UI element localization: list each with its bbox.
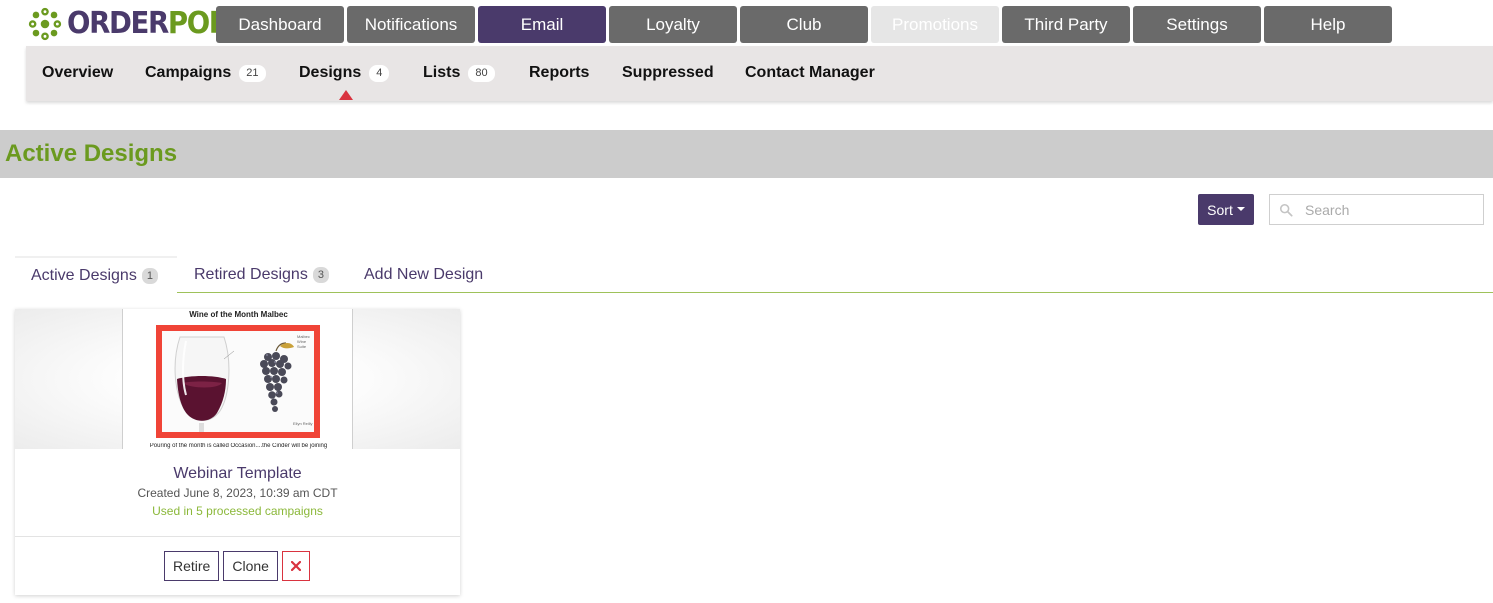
count-badge: 1	[141, 267, 158, 284]
design-tabs: Active Designs 1 Retired Designs 3 Add N…	[15, 256, 1493, 293]
thumbnail-footer-text: Pouring of the month is called Occasion.…	[149, 443, 328, 449]
email-sub-nav: Overview Campaigns 21 Designs 4 Lists 80…	[26, 46, 1493, 101]
thumbnail-image: Malbec Wine Suite Ellyn Reilly	[162, 331, 314, 432]
count-badge: 4	[369, 64, 390, 82]
tab-label: Add New Design	[364, 265, 484, 283]
subnav-overview[interactable]: Overview	[42, 64, 113, 82]
design-thumbnail[interactable]: Wine of the Month Malbec Malbec Wine Sui…	[15, 309, 460, 449]
clone-button[interactable]: Clone	[223, 551, 278, 581]
nav-third-party[interactable]: Third Party	[1002, 6, 1130, 43]
subnav-campaigns[interactable]: Campaigns 21	[145, 64, 266, 82]
active-indicator-arrow	[339, 90, 353, 100]
tab-add-new-design[interactable]: Add New Design	[364, 256, 483, 293]
nav-settings[interactable]: Settings	[1133, 6, 1261, 43]
delete-button[interactable]	[281, 551, 310, 581]
caret-down-icon	[1236, 206, 1245, 211]
design-created-date: Created June 8, 2023, 10:39 am CDT	[137, 486, 338, 500]
main-nav: Dashboard Notifications Email Loyalty Cl…	[216, 6, 1395, 43]
grape-cluster-icon	[28, 7, 62, 41]
thumbnail-image-frame: Malbec Wine Suite Ellyn Reilly	[156, 325, 320, 438]
sort-label: Sort	[1207, 201, 1233, 218]
design-title[interactable]: Webinar Template	[15, 465, 460, 483]
thumbnail-signature: Ellyn Reilly	[293, 421, 313, 426]
thumbnail-page: Wine of the Month Malbec Malbec Wine Sui…	[122, 309, 353, 449]
nav-notifications[interactable]: Notifications	[347, 6, 475, 43]
wine-glass-grapes-image	[174, 336, 294, 432]
subnav-lists[interactable]: Lists 80	[423, 64, 495, 82]
search-icon	[1279, 203, 1293, 217]
nav-loyalty[interactable]: Loyalty	[609, 6, 737, 43]
subnav-label: Campaigns	[145, 64, 232, 81]
tab-label: Active Designs	[31, 266, 137, 284]
nav-email[interactable]: Email	[478, 6, 606, 43]
page-title: Active Designs	[5, 140, 178, 167]
search-box[interactable]	[1269, 194, 1484, 225]
search-input[interactable]	[1305, 201, 1475, 218]
tab-retired-designs[interactable]: Retired Designs 3	[194, 256, 329, 293]
tab-active-designs[interactable]: Active Designs 1	[15, 256, 177, 293]
section-header: Active Designs	[0, 130, 1493, 178]
tab-label: Retired Designs	[194, 265, 308, 283]
count-badge: 80	[468, 64, 495, 82]
nav-promotions[interactable]: Promotions	[871, 6, 999, 43]
subnav-contact-manager[interactable]: Contact Manager	[745, 64, 875, 82]
nav-help[interactable]: Help	[1264, 6, 1392, 43]
card-actions: Retire Clone	[164, 551, 310, 581]
nav-club[interactable]: Club	[740, 6, 868, 43]
subnav-label: Suppressed	[622, 64, 714, 81]
subnav-label: Reports	[529, 64, 590, 81]
design-card: Wine of the Month Malbec Malbec Wine Sui…	[15, 309, 460, 595]
sort-dropdown-button[interactable]: Sort	[1198, 194, 1254, 225]
card-divider	[15, 536, 460, 537]
close-icon	[290, 561, 301, 571]
nav-dashboard[interactable]: Dashboard	[216, 6, 344, 43]
design-usage-count: Used in 5 processed campaigns	[152, 504, 323, 518]
count-badge: 3	[312, 266, 329, 283]
subnav-label: Contact Manager	[745, 64, 875, 81]
subnav-suppressed[interactable]: Suppressed	[622, 64, 714, 82]
subnav-label: Overview	[42, 64, 114, 81]
subnav-reports[interactable]: Reports	[529, 64, 589, 82]
subnav-label: Designs	[299, 64, 362, 81]
retire-button[interactable]: Retire	[164, 551, 220, 581]
subnav-designs[interactable]: Designs 4	[299, 64, 390, 82]
subnav-label: Lists	[423, 64, 461, 81]
thumbnail-caption: Malbec Wine Suite	[297, 334, 310, 349]
count-badge: 21	[239, 64, 266, 82]
thumbnail-heading: Wine of the Month Malbec	[189, 310, 288, 319]
